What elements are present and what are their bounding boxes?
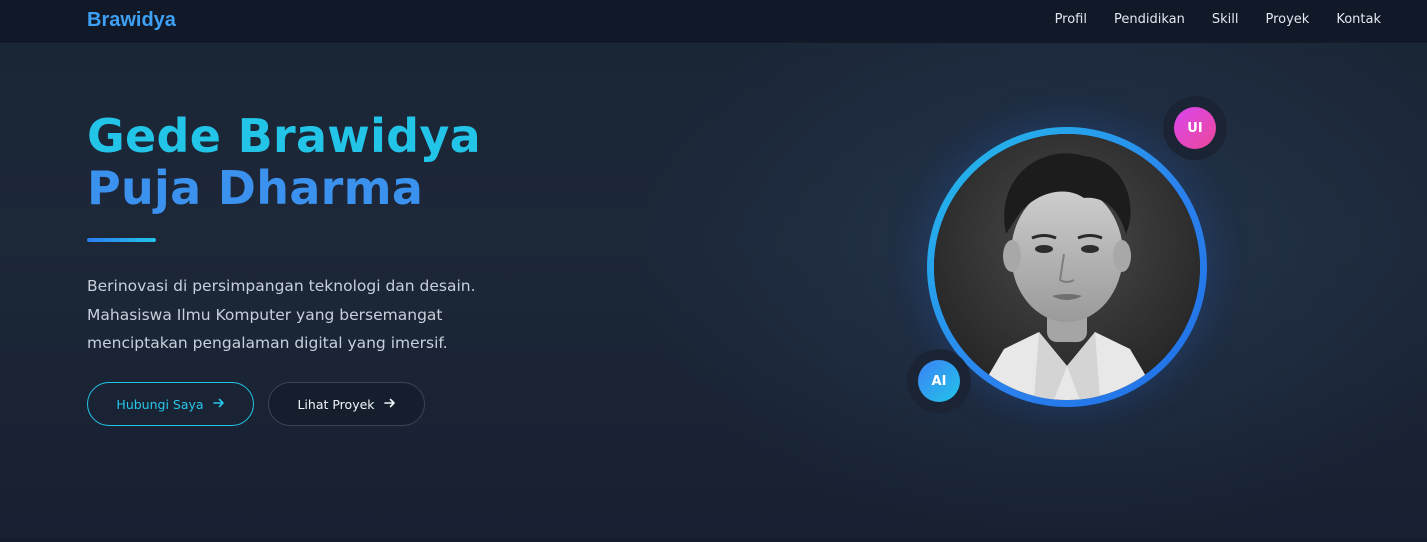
navbar: Brawidya Profil Pendidikan Skill Proyek …: [0, 0, 1427, 44]
nav-link-kontak[interactable]: Kontak: [1336, 12, 1381, 28]
nav-link-profil[interactable]: Profil: [1055, 12, 1087, 28]
main-nav: Profil Pendidikan Skill Proyek Kontak: [1055, 12, 1381, 28]
hero-description-line: menciptakan pengalaman digital yang imer…: [87, 334, 448, 352]
nav-link-pendidikan[interactable]: Pendidikan: [1114, 12, 1185, 28]
ai-badge: AI: [918, 360, 960, 402]
page: Brawidya Profil Pendidikan Skill Proyek …: [0, 0, 1427, 542]
contact-me-label: Hubungi Saya: [116, 396, 204, 412]
arrow-right-icon: [383, 397, 396, 412]
ui-badge-container: UI: [1163, 96, 1227, 160]
profile-photo-frame: [927, 127, 1207, 407]
ui-badge: UI: [1174, 107, 1216, 149]
ai-badge-container: AI: [907, 349, 971, 413]
hero-title: Gede Brawidya Puja Dharma: [87, 110, 607, 214]
hero-description: Berinovasi di persimpangan teknologi dan…: [87, 272, 507, 358]
hero-description-line: Mahasiswa Ilmu Komputer yang bersemangat: [87, 305, 443, 324]
hero-title-line-1: Gede Brawidya: [87, 109, 482, 163]
contact-me-button[interactable]: Hubungi Saya: [87, 382, 254, 426]
title-accent-bar: [87, 238, 156, 242]
view-projects-label: Lihat Proyek: [297, 396, 375, 412]
hero-title-line-2: Puja Dharma: [87, 161, 424, 215]
hero-description-line: Berinovasi di persimpangan teknologi dan…: [87, 277, 476, 295]
nav-link-proyek[interactable]: Proyek: [1265, 12, 1309, 28]
brand-logo[interactable]: Brawidya: [87, 9, 176, 32]
view-projects-button[interactable]: Lihat Proyek: [268, 382, 425, 426]
profile-photo: [934, 134, 1200, 400]
section-divider: [0, 538, 1427, 542]
nav-link-skill[interactable]: Skill: [1212, 12, 1239, 28]
arrow-right-icon: [212, 397, 225, 412]
